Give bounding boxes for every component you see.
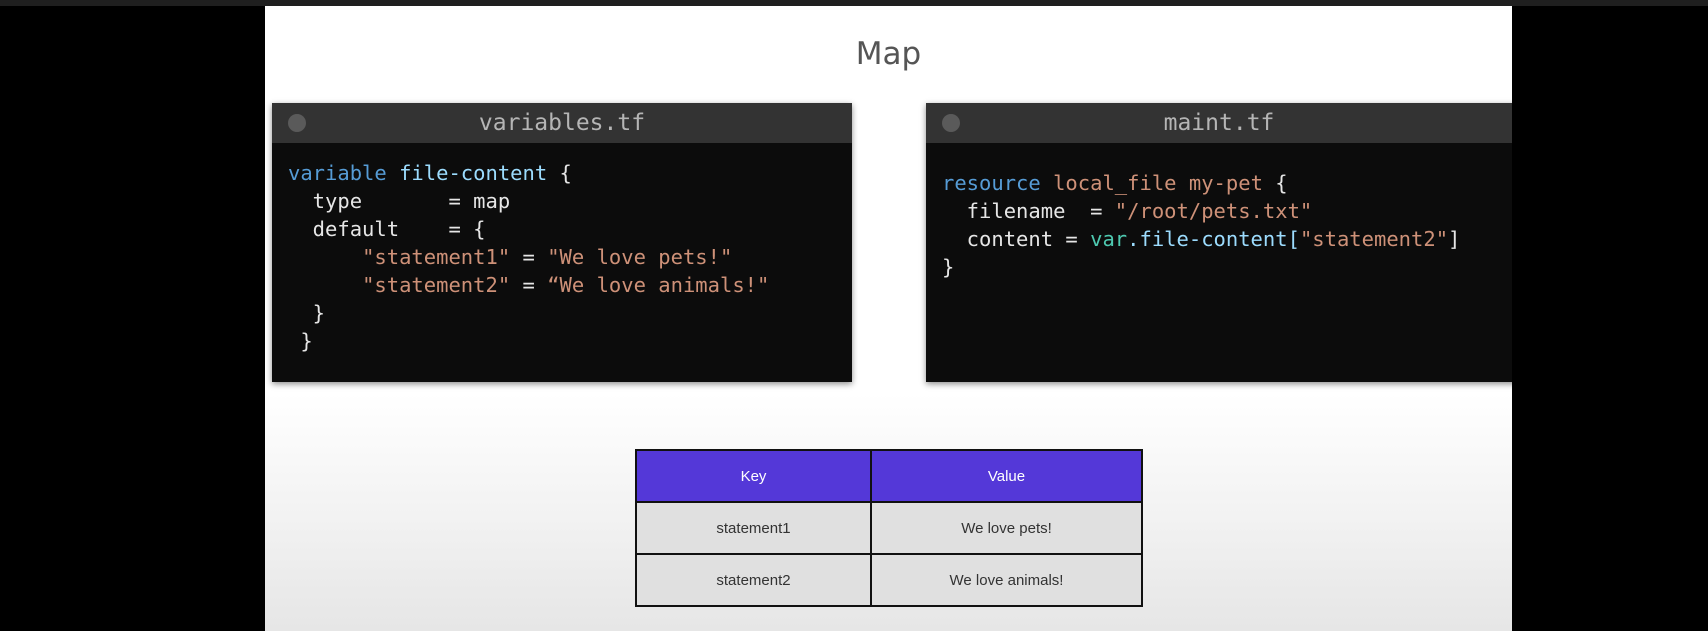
editor-titlebar: maint.tf: [926, 103, 1512, 143]
table-cell-key: statement2: [635, 553, 872, 607]
table-row: statement1 We love pets!: [635, 501, 1143, 555]
code-string: "We love pets!": [547, 245, 733, 269]
code-block: variable file-content { type = map defau…: [272, 143, 852, 355]
table-cell-value: We love animals!: [870, 553, 1143, 607]
table-row: statement2 We love animals!: [635, 553, 1143, 607]
code-string: "statement1": [362, 245, 511, 269]
code-text: ]: [1448, 227, 1461, 251]
key-value-table: Key Value statement1 We love pets! state…: [635, 449, 1143, 607]
code-line: type = map: [288, 189, 511, 213]
code-line: default = {: [288, 217, 486, 241]
code-text: =: [510, 273, 548, 297]
code-string: “We love animals!": [547, 273, 770, 297]
maint-tf-editor: maint.tf resource local_file my-pet { fi…: [926, 103, 1512, 382]
table-header-row: Key Value: [635, 449, 1143, 503]
code-line: }: [288, 329, 313, 353]
code-keyword: resource: [942, 171, 1041, 195]
code-property: .file-content[: [1127, 227, 1300, 251]
code-string: "statement2": [1299, 227, 1449, 251]
column-header-key: Key: [635, 449, 872, 503]
table-cell-key: statement1: [635, 501, 872, 555]
editor-filename: variables.tf: [478, 110, 646, 136]
table-cell-value: We love pets!: [870, 501, 1143, 555]
code-text: {: [1262, 171, 1288, 195]
editor-titlebar: variables.tf: [272, 103, 852, 143]
code-text: {: [547, 161, 572, 185]
code-string: "statement2": [362, 273, 511, 297]
slide-title: Map: [855, 36, 922, 72]
code-resource-name: my-pet: [1188, 171, 1263, 195]
code-line: }: [942, 255, 955, 279]
column-header-value: Value: [870, 449, 1143, 503]
code-var-keyword: var: [1090, 227, 1128, 251]
code-identifier: file-content: [399, 161, 548, 185]
code-string: "/root/pets.txt": [1114, 199, 1313, 223]
variables-tf-editor: variables.tf variable file-content { typ…: [272, 103, 852, 382]
code-text: filename =: [942, 199, 1115, 223]
presentation-slide: Map variables.tf variable file-content {…: [265, 6, 1512, 631]
code-resource-type: local_file: [1053, 171, 1177, 195]
editor-filename: maint.tf: [1163, 110, 1275, 136]
code-text: content =: [942, 227, 1091, 251]
code-keyword: variable: [288, 161, 387, 185]
code-block: resource local_file my-pet { filename = …: [926, 143, 1512, 281]
code-line: }: [288, 301, 326, 325]
code-text: =: [510, 245, 548, 269]
